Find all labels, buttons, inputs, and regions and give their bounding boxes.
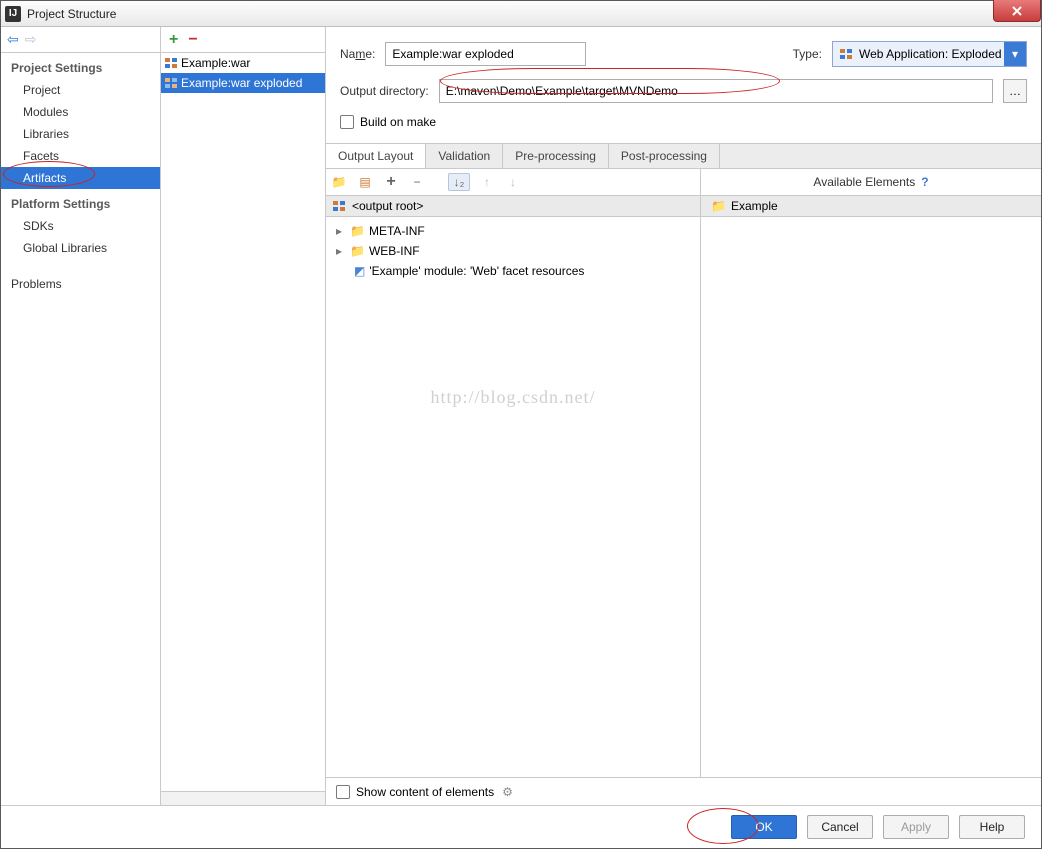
left-nav: ⇦ ⇨ Project Settings Project Modules Lib… <box>1 27 161 805</box>
output-directory-label: Output directory: <box>340 84 429 98</box>
cancel-button[interactable]: Cancel <box>807 815 873 839</box>
main-panel: Name: Type: Web Application: Exploded ▾ … <box>326 27 1041 805</box>
folder-icon: 📁 <box>350 244 365 258</box>
nav-group-project-settings: Project Settings <box>1 53 160 79</box>
output-root-label: <output root> <box>352 199 423 213</box>
artifact-icon <box>164 76 178 90</box>
available-elements-header: Available Elements ? <box>701 169 1041 195</box>
artifact-item-label: Example:war <box>181 56 250 70</box>
dropdown-arrow-icon: ▾ <box>1004 42 1026 66</box>
tree-node[interactable]: ▸ 📁 WEB-INF <box>326 241 700 261</box>
nav-item-facets[interactable]: Facets <box>1 145 160 167</box>
nav-item-artifacts[interactable]: Artifacts <box>1 167 160 189</box>
artifact-list-panel: + − Example:war Example:war exploded <box>161 27 326 805</box>
build-on-make-label: Build on make <box>360 115 436 129</box>
nav-item-modules[interactable]: Modules <box>1 101 160 123</box>
tab-validation[interactable]: Validation <box>426 144 503 168</box>
help-button[interactable]: Help <box>959 815 1025 839</box>
name-label: Name: <box>340 47 375 61</box>
show-content-row: Show content of elements ⚙ <box>326 777 1041 805</box>
type-combobox[interactable]: Web Application: Exploded ▾ <box>832 41 1027 67</box>
type-value: Web Application: Exploded <box>859 47 1002 61</box>
output-tree-pane: 📁 ▤ + − ↓₂ ↑ ↓ <output root> <box>326 169 701 777</box>
available-elements-pane: Available Elements ? 📁 Example <box>701 169 1041 777</box>
nav-item-global-libraries[interactable]: Global Libraries <box>1 237 160 259</box>
output-root-icon <box>332 199 346 213</box>
dialog-button-bar: OK Cancel Apply Help <box>1 806 1041 848</box>
tab-post-processing[interactable]: Post-processing <box>609 144 720 168</box>
tree-toolbar: 📁 ▤ + − ↓₂ ↑ ↓ <box>326 169 700 195</box>
app-icon: IJ <box>5 6 21 22</box>
ok-button[interactable]: OK <box>731 815 797 839</box>
artifact-tabs: Output Layout Validation Pre-processing … <box>326 143 1041 169</box>
help-icon[interactable]: ? <box>921 175 928 189</box>
tree-view-icon[interactable]: ▤ <box>356 173 374 191</box>
new-folder-icon[interactable]: 📁 <box>330 173 348 191</box>
artifact-item-label: Example:war exploded <box>181 76 302 90</box>
artifact-list-toolbar: + − <box>161 27 325 53</box>
folder-icon: 📁 <box>350 224 365 238</box>
expand-icon[interactable]: ▸ <box>336 224 346 238</box>
available-item[interactable]: 📁 Example <box>701 196 1041 217</box>
sort-icon[interactable]: ↓₂ <box>448 173 470 191</box>
available-elements-label: Available Elements <box>813 175 915 189</box>
expand-icon[interactable]: ▸ <box>336 244 346 258</box>
available-item-label: Example <box>731 199 778 213</box>
folder-icon: 📁 <box>711 199 726 213</box>
nav-item-sdks[interactable]: SDKs <box>1 215 160 237</box>
nav-back-icon[interactable]: ⇦ <box>7 31 19 48</box>
remove-artifact-button[interactable]: − <box>188 31 197 49</box>
add-artifact-button[interactable]: + <box>169 31 178 49</box>
tree-header: <output root> <box>326 195 700 217</box>
gear-icon[interactable]: ⚙ <box>502 785 513 799</box>
artifact-list-item[interactable]: Example:war exploded <box>161 73 325 93</box>
checkbox-icon <box>336 785 350 799</box>
web-resource-icon: ◩ <box>354 264 365 278</box>
tree-node[interactable]: ◩ 'Example' module: 'Web' facet resource… <box>326 261 700 281</box>
nav-item-project[interactable]: Project <box>1 79 160 101</box>
tab-output-layout[interactable]: Output Layout <box>326 143 426 168</box>
tree-add-icon[interactable]: + <box>382 173 400 191</box>
close-icon <box>1011 5 1023 17</box>
tree-remove-icon[interactable]: − <box>408 173 426 191</box>
nav-item-libraries[interactable]: Libraries <box>1 123 160 145</box>
tree-node[interactable]: ▸ 📁 META-INF <box>326 221 700 241</box>
artifact-icon <box>164 56 178 70</box>
nav-item-problems[interactable]: Problems <box>1 273 160 295</box>
window-title: Project Structure <box>27 7 116 21</box>
nav-history-bar: ⇦ ⇨ <box>1 27 160 53</box>
title-bar: IJ Project Structure <box>1 1 1041 27</box>
watermark-text: http://blog.csdn.net/ <box>431 387 596 408</box>
tree-node-label: 'Example' module: 'Web' facet resources <box>369 264 584 278</box>
build-on-make-checkbox[interactable]: Build on make <box>340 115 436 129</box>
artifact-type-icon <box>839 47 853 61</box>
show-content-label: Show content of elements <box>356 785 494 799</box>
close-button[interactable] <box>993 0 1041 22</box>
nav-group-platform-settings: Platform Settings <box>1 189 160 215</box>
nav-forward-icon[interactable]: ⇨ <box>25 31 37 48</box>
browse-button[interactable]: … <box>1003 79 1027 103</box>
ellipsis-icon: … <box>1009 84 1021 98</box>
tab-pre-processing[interactable]: Pre-processing <box>503 144 609 168</box>
move-up-icon[interactable]: ↑ <box>478 173 496 191</box>
artifact-list-item[interactable]: Example:war <box>161 53 325 73</box>
tree-node-label: WEB-INF <box>369 244 420 258</box>
tree-node-label: META-INF <box>369 224 425 238</box>
checkbox-icon <box>340 115 354 129</box>
move-down-icon[interactable]: ↓ <box>504 173 522 191</box>
name-input[interactable] <box>385 42 586 66</box>
type-label: Type: <box>793 47 822 61</box>
output-directory-input[interactable] <box>439 79 993 103</box>
artifact-list-scrollbar[interactable] <box>161 791 325 805</box>
apply-button[interactable]: Apply <box>883 815 949 839</box>
show-content-checkbox[interactable]: Show content of elements <box>336 785 494 799</box>
